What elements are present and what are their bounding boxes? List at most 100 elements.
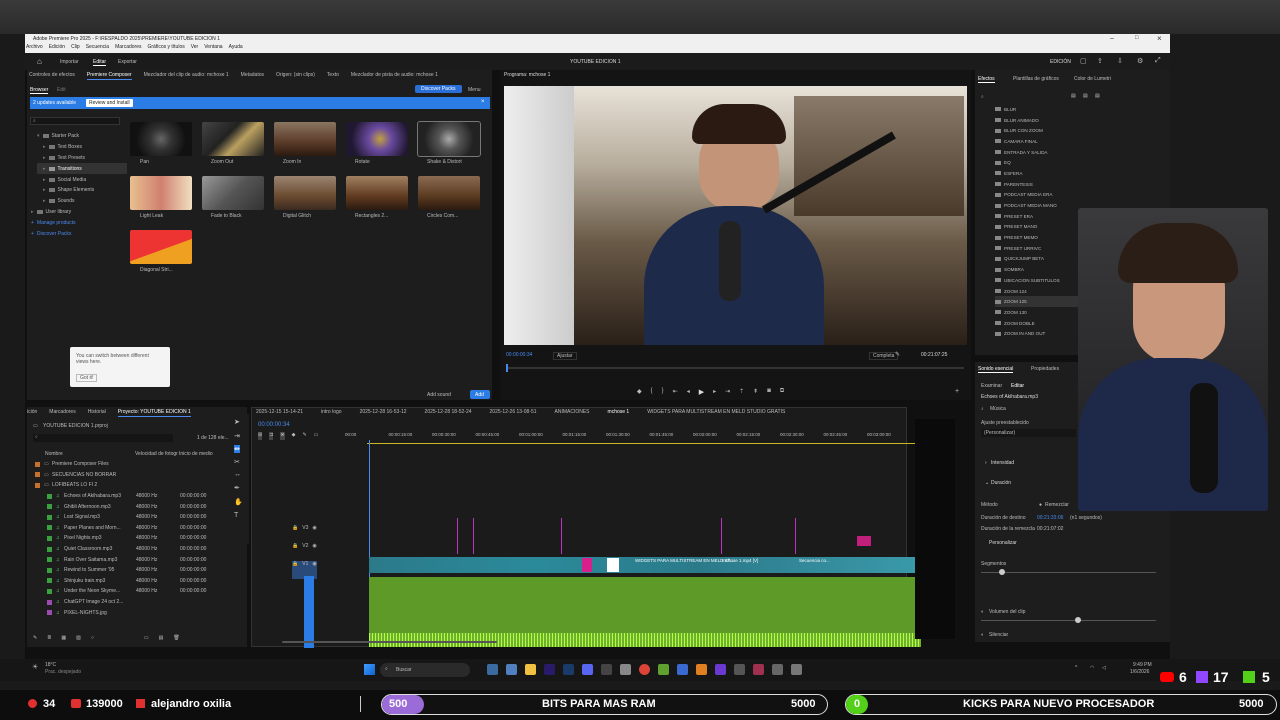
premiere-icon[interactable] (544, 664, 555, 675)
workspace-label[interactable]: EDICIÓN (1050, 59, 1071, 65)
project-search-input[interactable]: ⌕ (33, 434, 173, 442)
thumb-zoom-out[interactable] (202, 122, 264, 156)
menu-archivo[interactable]: Archivo (26, 44, 43, 53)
effect-item[interactable]: PODCAST MEDIA ERA (995, 190, 1150, 201)
silence-toggle[interactable]: ◐ (981, 632, 984, 638)
tree-social-media[interactable]: ▸ Social Media (37, 174, 127, 185)
thumb-circles[interactable] (418, 176, 480, 210)
menu-button[interactable]: Menu (468, 87, 481, 93)
tab-plantillas[interactable]: Plantillas de gráficos (1013, 76, 1059, 82)
tray-chevron-icon[interactable]: ^ (1075, 665, 1077, 671)
tab-audio-track[interactable]: Mezclador de pista de audio: mchose 1 (351, 70, 438, 80)
ripple-tool-icon[interactable]: ⇹ (234, 445, 240, 453)
photoshop-icon[interactable] (563, 664, 574, 675)
a1-audio-clip[interactable] (369, 577, 921, 647)
linked-select-icon[interactable]: ⊗ (280, 432, 285, 440)
camera-icon[interactable]: ◙ (767, 388, 771, 396)
segments-slider[interactable] (981, 572, 1156, 573)
zoom-slider-icon[interactable]: ○ (91, 635, 94, 643)
effect-item[interactable]: EQ (995, 157, 1150, 168)
project-row[interactable]: ♫ Echoes of Akihabara.mp3 48000 Hz 00:00:00… (33, 491, 238, 502)
tab-sonido-esencial[interactable]: Sonido esencial (978, 366, 1014, 373)
slip-tool-icon[interactable]: ↔ (234, 471, 241, 478)
tree-discover-packs[interactable]: + Discover Packs (31, 228, 127, 239)
program-tab[interactable]: Programa: mchose 1 (504, 72, 550, 78)
lift-icon[interactable]: ⇡ (739, 388, 744, 396)
add-sound-toggle[interactable]: Add sound (427, 392, 451, 398)
v3-clip[interactable] (473, 518, 474, 554)
thumb-diagonal[interactable] (130, 230, 192, 264)
effect-item[interactable]: CAMARA FINAL (995, 136, 1150, 147)
effect-item[interactable]: BLUR (995, 104, 1150, 115)
tree-transitions[interactable]: ▸ Transitions (37, 163, 127, 175)
volume-handle[interactable] (1075, 617, 1081, 623)
browser-search-input[interactable]: ⌕ (30, 117, 120, 125)
menu-graficos[interactable]: Gráficos y títulos (147, 44, 184, 53)
share-icon[interactable]: ⇪ (1097, 57, 1103, 65)
effect-item[interactable]: BLUR CON ZOOM (995, 125, 1150, 136)
add-button[interactable]: Add (470, 390, 490, 399)
project-row[interactable]: ♫ PIXEL-NIGHTS.jpg (33, 607, 238, 618)
v2-clip[interactable] (857, 536, 871, 546)
tab-proyecto[interactable]: Proyecto: YOUTUBE EDICION 1 (117, 409, 191, 417)
project-row[interactable]: ♫ Lost Signal.mp3 48000 Hz 00:00:00:00 (33, 512, 238, 523)
thumb-shake-distort[interactable] (417, 121, 481, 157)
app-icon[interactable] (677, 664, 688, 675)
project-row[interactable]: ▭ SECUENCIAS NO BORRAR (33, 470, 238, 481)
tab-audio-clip[interactable]: Mezclador del clip de audio: mchose 1 (144, 70, 229, 80)
banner-close-icon[interactable]: × (481, 99, 485, 105)
tree-shape-elements[interactable]: ▸ Shape Elements (37, 185, 127, 196)
project-row[interactable]: ♫ ChatGPT Image 24 oct 2... (33, 597, 238, 608)
preset-select[interactable]: (Personalizar) (981, 429, 1076, 437)
app-icon[interactable] (696, 664, 707, 675)
workspace-exportar[interactable]: Exportar (118, 59, 137, 65)
thumb-pan[interactable] (130, 122, 192, 156)
seq-tab-active[interactable]: mchose 1 (608, 409, 630, 417)
clock-time[interactable]: 9:49 PM (1133, 662, 1152, 668)
sound-type[interactable]: Música (990, 406, 1006, 412)
widgets-icon[interactable] (506, 664, 517, 675)
menu-secuencia[interactable]: Secuencia (86, 44, 109, 53)
seq-tab[interactable]: 2025-12-28 18-52-24 (425, 409, 472, 417)
v3-clip[interactable] (457, 518, 458, 554)
effect-item[interactable]: ENTRADA Y SALIDA (995, 147, 1150, 158)
maximize-icon[interactable]: □ (1135, 35, 1139, 41)
lock-icon[interactable]: 🔒 (292, 525, 298, 543)
list-view-icon[interactable]: ≣ (47, 635, 51, 643)
tree-starter-pack[interactable]: ▾ Starter Pack (37, 131, 127, 142)
discover-packs-button[interactable]: Discover Packs (415, 85, 462, 93)
track-v2[interactable]: 🔒 V2 ◉ (292, 543, 317, 561)
project-row[interactable]: ♫ Pixel Nights.mp3 48000 Hz 00:00:00:00 (33, 533, 238, 544)
program-video-frame[interactable] (504, 86, 967, 345)
app-icon[interactable] (772, 664, 783, 675)
col-nombre[interactable]: Nombre (45, 451, 63, 457)
new-bin-icon[interactable]: ▭ (144, 635, 149, 643)
fullscreen-icon[interactable]: ⤢ (1155, 57, 1161, 65)
project-row[interactable]: ♫ Quiet Classroom.mp3 48000 Hz 00:00:00:00 (33, 544, 238, 555)
app-icon[interactable] (791, 664, 802, 675)
track-select-icon[interactable]: ⇥ (234, 432, 240, 440)
subtab-browser[interactable]: Browser (30, 87, 49, 94)
settings-app-icon[interactable] (620, 664, 631, 675)
project-row[interactable]: ♫ Shinjuku train.mp3 48000 Hz 00:00:00:00 (33, 576, 238, 587)
v3-clip[interactable] (721, 518, 722, 554)
menu-edicion[interactable]: Edición (49, 44, 65, 53)
step-back-icon[interactable]: ◂ (687, 388, 690, 396)
tab-propiedades[interactable]: Propiedades (1031, 366, 1059, 372)
tab-controles[interactable]: Controles de efectos (29, 70, 75, 80)
project-row[interactable]: ♫ Under the Neon Skyme... 48000 Hz 00:00:00… (33, 586, 238, 597)
snap-icon[interactable]: ⊐ (269, 432, 274, 440)
tree-sounds[interactable]: ▸ Sounds (37, 196, 127, 207)
wrench-icon[interactable]: ✎ (895, 351, 900, 358)
project-row[interactable]: ▭ LOFIBEATS LO FI 2 (33, 480, 238, 491)
tree-user-library[interactable]: ▸ User library (31, 207, 127, 218)
close-icon[interactable]: × (1157, 34, 1162, 43)
fit-select[interactable]: Ajustar (553, 352, 577, 360)
pencil-icon[interactable]: ✎ (33, 635, 37, 643)
v3-clip[interactable] (795, 518, 796, 554)
clip-volume-toggle[interactable]: ◐ (981, 609, 984, 615)
icon-view-icon[interactable]: ▦ (61, 635, 66, 643)
volume-icon[interactable]: ◁ (1102, 665, 1106, 671)
add-marker-icon[interactable]: ◆ (292, 432, 296, 440)
lock-icon[interactable]: 🔒 (292, 543, 298, 561)
